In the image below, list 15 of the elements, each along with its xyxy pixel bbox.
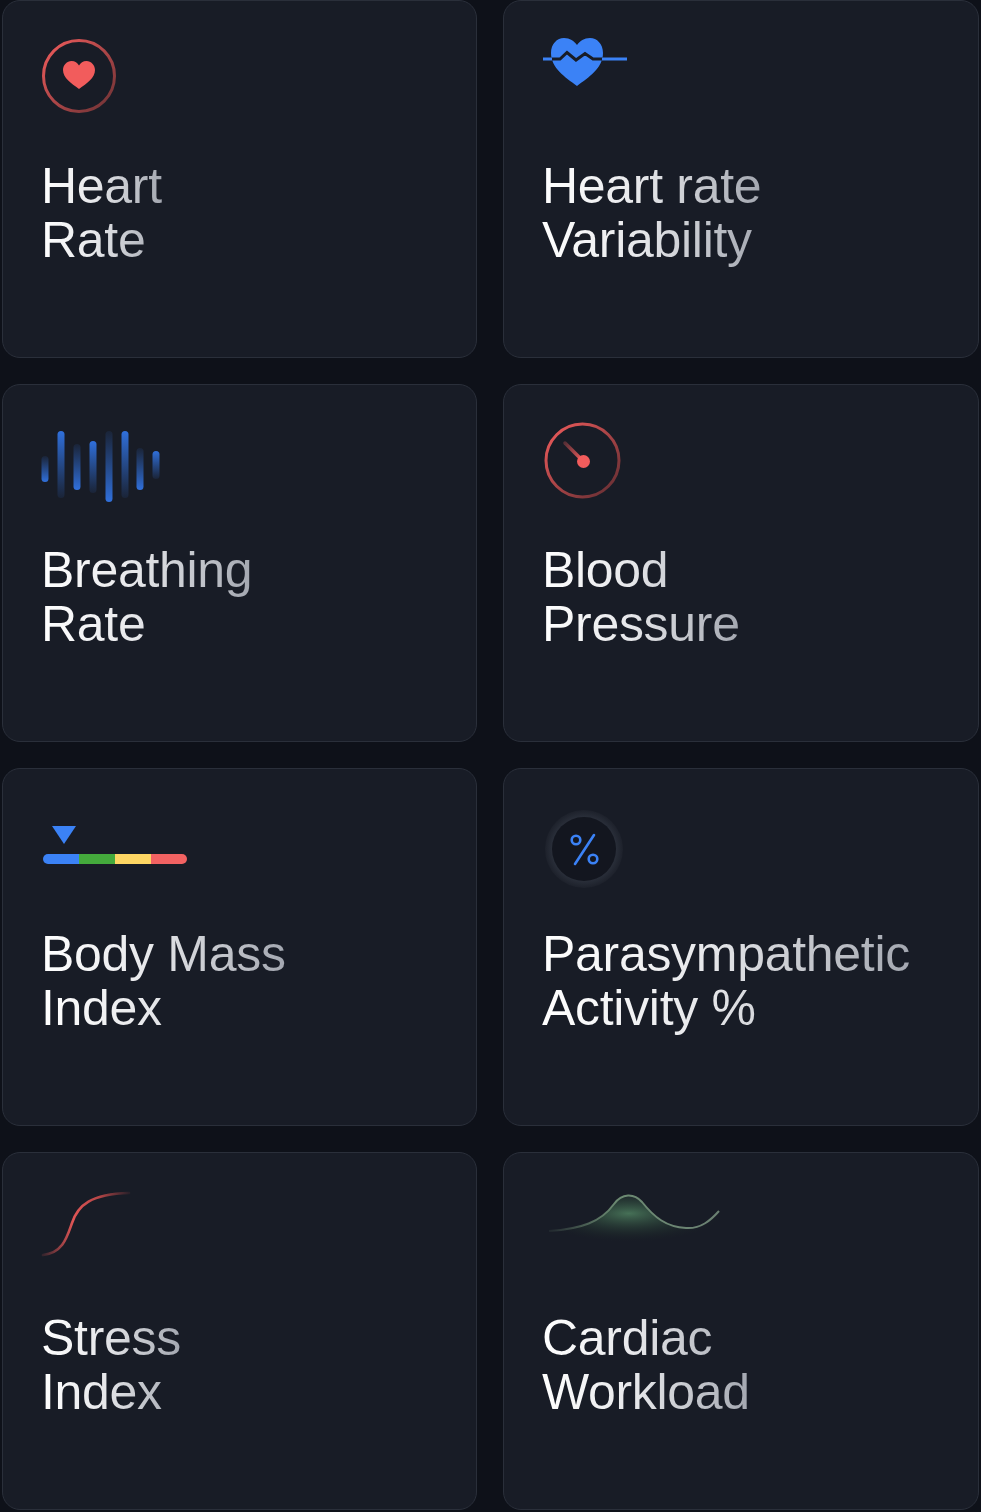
metric-card[interactable]: Cardiac Workload — [503, 1152, 979, 1510]
metric-card[interactable]: Body Mass Index — [2, 768, 477, 1126]
s-curve-icon — [41, 1191, 131, 1257]
metric-card[interactable]: Breathing Rate — [2, 384, 477, 742]
metric-card[interactable]: Parasympathetic Activity % — [503, 768, 979, 1126]
gauge-icon — [544, 422, 621, 499]
metric-card[interactable]: Heart rate Variability — [503, 0, 979, 358]
metric-card[interactable]: Stress Index — [2, 1152, 477, 1510]
wave-bars-icon — [41, 429, 160, 504]
percent-icon — [544, 809, 624, 889]
heart-pulse-icon — [543, 37, 627, 87]
metric-card[interactable]: Heart Rate — [2, 0, 477, 358]
heart-ring-icon — [42, 39, 116, 113]
bmi-scale-icon — [43, 826, 187, 864]
metric-card[interactable]: Blood Pressure — [503, 384, 979, 742]
